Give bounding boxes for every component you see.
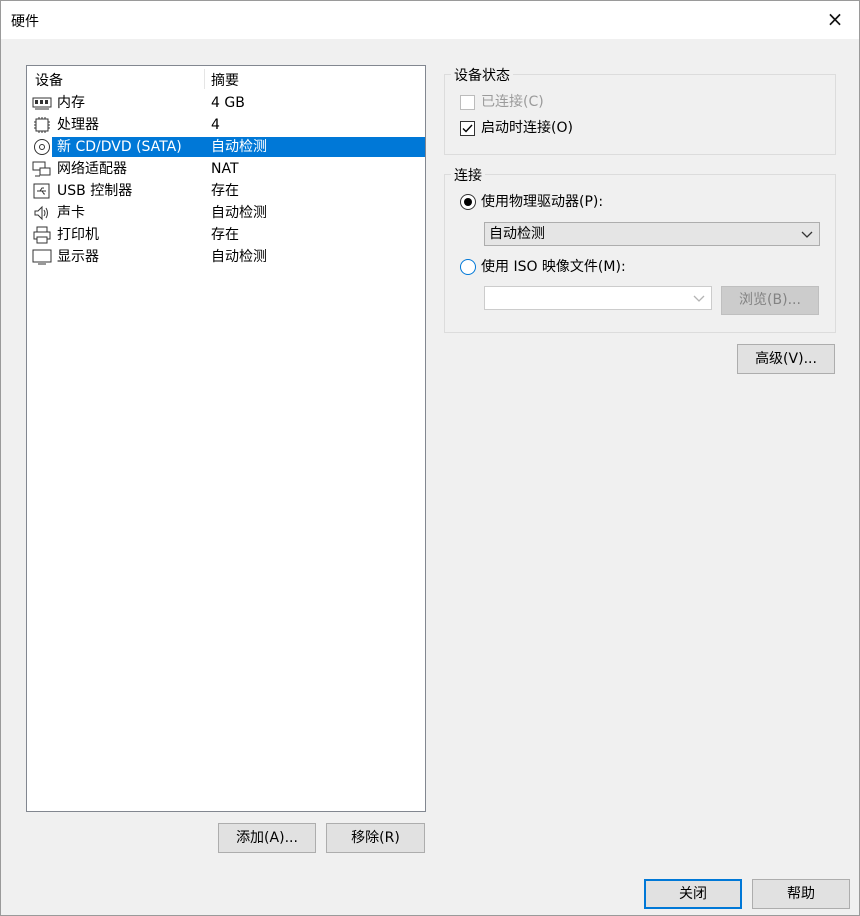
column-divider[interactable] (204, 69, 205, 89)
device-name: 声卡 (57, 205, 85, 221)
device-row-network-adapter[interactable]: 网络适配器 NAT (31, 158, 425, 180)
connect-at-power-on-label: 启动时连接(O) (481, 120, 573, 136)
dialog-title: 硬件 (11, 14, 39, 30)
speaker-icon (34, 205, 48, 221)
device-summary: 自动检测 (211, 205, 267, 221)
physical-drive-value: 自动检测 (489, 226, 545, 242)
chevron-down-icon (693, 295, 705, 302)
device-status-group: 设备状态 已连接(C) 启动时连接(O) (444, 65, 836, 155)
connected-checkbox[interactable] (460, 95, 475, 110)
device-name: 处理器 (57, 117, 99, 133)
physical-drive-radio[interactable] (460, 194, 476, 210)
remove-device-button[interactable]: 移除(R) (326, 823, 425, 853)
column-header-summary[interactable]: 摘要 (211, 70, 239, 90)
usb-icon (33, 183, 50, 199)
column-header-device[interactable]: 设备 (35, 70, 63, 90)
network-adapter-icon (32, 161, 51, 177)
iso-path-select[interactable] (484, 286, 712, 310)
monitor-icon (32, 249, 52, 265)
iso-image-label: 使用 ISO 映像文件(M): (481, 259, 626, 275)
connect-at-power-on-checkbox[interactable] (460, 121, 475, 136)
device-summary: 4 GB (211, 95, 245, 111)
device-list-header: 设备 摘要 (27, 66, 425, 92)
chevron-down-icon (801, 231, 813, 238)
advanced-button[interactable]: 高级(V)... (737, 344, 835, 374)
title-bar: 硬件 × (1, 1, 859, 39)
close-icon[interactable]: × (823, 7, 847, 31)
device-name: USB 控制器 (57, 183, 133, 199)
hardware-dialog: 硬件 × 设备 摘要 内存 4 GB 处理器 4 新 CD/DVD (SATA)… (0, 0, 860, 916)
device-row-sound-card[interactable]: 声卡 自动检测 (31, 202, 425, 224)
dialog-body: 设备 摘要 内存 4 GB 处理器 4 新 CD/DVD (SATA) 自动检测… (11, 39, 851, 869)
device-row-display[interactable]: 显示器 自动检测 (31, 246, 425, 268)
device-list[interactable]: 设备 摘要 内存 4 GB 处理器 4 新 CD/DVD (SATA) 自动检测… (26, 65, 426, 812)
connected-label: 已连接(C) (481, 94, 544, 110)
add-device-button[interactable]: 添加(A)... (218, 823, 316, 853)
device-name: 打印机 (57, 227, 99, 243)
device-summary: 存在 (211, 183, 239, 199)
device-row-cd-dvd[interactable]: 新 CD/DVD (SATA) 自动检测 (31, 136, 425, 158)
checkmark-icon (462, 124, 473, 133)
device-status-title: 设备状态 (451, 65, 513, 85)
physical-drive-label: 使用物理驱动器(P): (481, 194, 604, 210)
processor-icon (34, 117, 50, 133)
connection-group: 连接 使用物理驱动器(P): 自动检测 使用 ISO 映像文件(M): 浏览(B… (444, 165, 836, 333)
device-name: 新 CD/DVD (SATA) (57, 139, 182, 155)
device-summary: 自动检测 (211, 249, 267, 265)
device-summary: NAT (211, 161, 239, 177)
device-summary: 自动检测 (211, 139, 267, 155)
help-button[interactable]: 帮助 (752, 879, 850, 909)
physical-drive-select[interactable]: 自动检测 (484, 222, 820, 246)
memory-icon (32, 97, 52, 110)
cd-dvd-icon (34, 139, 50, 155)
device-row-usb-controller[interactable]: USB 控制器 存在 (31, 180, 425, 202)
device-name: 内存 (57, 95, 85, 111)
browse-button[interactable]: 浏览(B)... (721, 286, 819, 315)
device-row-printer[interactable]: 打印机 存在 (31, 224, 425, 246)
device-row-memory[interactable]: 内存 4 GB (31, 92, 425, 114)
connection-title: 连接 (451, 165, 485, 185)
close-button[interactable]: 关闭 (644, 879, 742, 909)
device-summary: 存在 (211, 227, 239, 243)
device-name: 显示器 (57, 249, 99, 265)
printer-icon (33, 226, 51, 244)
device-summary: 4 (211, 117, 220, 133)
device-name: 网络适配器 (57, 161, 127, 177)
iso-image-radio[interactable] (460, 259, 476, 275)
device-row-processor[interactable]: 处理器 4 (31, 114, 425, 136)
